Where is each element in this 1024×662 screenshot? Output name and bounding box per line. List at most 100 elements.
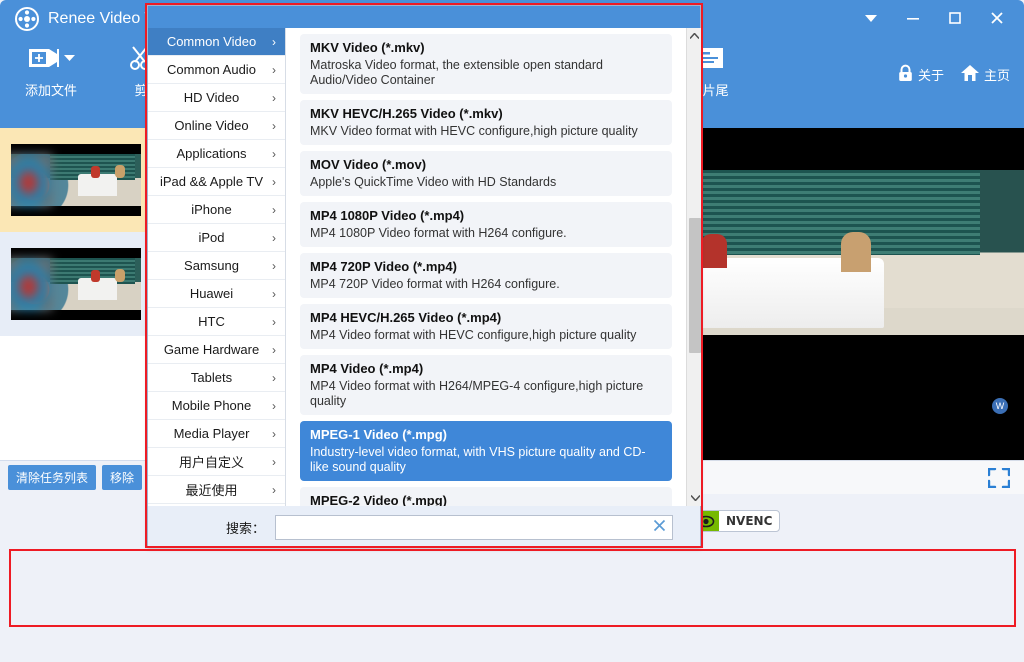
chevron-right-icon: › <box>272 230 276 245</box>
format-item-description: MP4 Video format with H264/MPEG-4 config… <box>310 379 644 408</box>
close-icon[interactable] <box>978 4 1016 32</box>
format-category-item[interactable]: 用户自定义 › <box>148 448 285 476</box>
chevron-right-icon: › <box>272 174 276 189</box>
clear-icon[interactable] <box>653 519 666 535</box>
fullscreen-icon[interactable] <box>988 467 1010 488</box>
format-item-description: MP4 Video format with HEVC configure,hig… <box>310 328 637 342</box>
list-item[interactable] <box>0 232 151 336</box>
format-selector-popup[interactable]: Common Video › Common Audio › HD Video › Onlin… <box>147 5 702 549</box>
format-search-row: 搜索： <box>148 506 702 549</box>
format-category-item[interactable]: HD Video › <box>148 84 285 112</box>
popup-body: Common Video › Common Audio › HD Video › Onlin… <box>148 28 702 506</box>
about-link[interactable]: 关于 <box>897 64 944 85</box>
chevron-right-icon: › <box>272 90 276 105</box>
format-item-description: Industry-level video format, with VHS pi… <box>310 445 646 474</box>
chevron-right-icon: › <box>272 482 276 497</box>
format-category-label: iPhone <box>191 202 232 217</box>
format-item[interactable]: MP4 1080P Video (*.mp4) MP4 1080P Video f… <box>300 202 672 247</box>
header-links: 关于 主页 <box>897 64 1010 85</box>
format-category-item[interactable]: iPhone › <box>148 196 285 224</box>
maximize-icon[interactable] <box>936 4 974 32</box>
format-category-item[interactable]: Game Hardware › <box>148 336 285 364</box>
format-category-label: 用户自定义 <box>178 455 244 470</box>
list-item[interactable] <box>0 128 151 232</box>
format-item[interactable]: MKV Video (*.mkv) Matroska Video format, … <box>300 34 672 94</box>
video-thumbnail <box>10 248 141 320</box>
home-link[interactable]: 主页 <box>960 64 1010 85</box>
format-item[interactable]: MOV Video (*.mov) Apple's QuickTime Video… <box>300 151 672 196</box>
chevron-right-icon: › <box>272 398 276 413</box>
format-category-item[interactable]: 最近使用 › <box>148 476 285 504</box>
nvenc-badge[interactable]: NVENC <box>692 510 781 532</box>
format-item-title: MP4 1080P Video (*.mp4) <box>310 208 465 223</box>
format-category-item[interactable]: Mobile Phone › <box>148 392 285 420</box>
lock-icon <box>897 64 914 85</box>
format-category-label: Applications <box>176 146 247 161</box>
popup-header <box>148 6 700 28</box>
video-thumbnail <box>10 144 141 216</box>
format-category-list[interactable]: Common Video › Common Audio › HD Video › Onlin… <box>148 28 286 506</box>
format-category-item[interactable]: HTC › <box>148 308 285 336</box>
chevron-right-icon: › <box>272 286 276 301</box>
format-item-title: MP4 Video (*.mp4) <box>310 361 424 376</box>
chevron-right-icon: › <box>272 34 276 49</box>
format-list-scrollbar[interactable] <box>686 28 702 506</box>
format-category-label: iPod <box>198 230 225 245</box>
format-category-item[interactable]: iPod › <box>148 224 285 252</box>
add-file-icon <box>27 38 75 78</box>
add-file-label: 添加文件 <box>24 83 77 98</box>
output-panel: 输出格式： MP4 Video (*.mp4) 输出文件夹： 和源文件夹相同 输… <box>0 548 1024 662</box>
scroll-down-icon[interactable] <box>687 490 702 506</box>
chevron-right-icon: › <box>272 426 276 441</box>
format-item-title: MP4 HEVC/H.265 Video (*.mp4) <box>310 310 502 325</box>
list-action-bar: 清除任务列表 移除 <box>0 460 152 494</box>
format-item[interactable]: MKV HEVC/H.265 Video (*.mkv) MKV Video fo… <box>300 100 672 145</box>
format-category-item[interactable]: Online Video › <box>148 112 285 140</box>
scroll-up-icon[interactable] <box>687 28 702 44</box>
format-category-item[interactable]: Samsung › <box>148 252 285 280</box>
format-item-list[interactable]: MKV Video (*.mkv) Matroska Video format, … <box>286 28 702 506</box>
home-label: 主页 <box>983 68 1010 83</box>
cut-label: 剪 <box>134 83 148 98</box>
remove-button[interactable]: 移除 <box>102 465 143 490</box>
format-item[interactable]: MP4 HEVC/H.265 Video (*.mp4) MP4 Video fo… <box>300 304 672 349</box>
format-item-description: MKV Video format with HEVC configure,hig… <box>310 124 638 138</box>
nvenc-label: NVENC <box>726 514 773 528</box>
format-item-title: MKV Video (*.mkv) <box>310 40 425 55</box>
left-filler <box>0 494 152 548</box>
format-category-label: 最近使用 <box>185 483 238 498</box>
format-category-item[interactable]: Huawei › <box>148 280 285 308</box>
chevron-right-icon: › <box>272 258 276 273</box>
chevron-right-icon: › <box>272 146 276 161</box>
search-label: 搜索： <box>226 521 266 536</box>
format-category-label: iPad && Apple TV <box>159 174 264 189</box>
format-category-item[interactable]: iPad && Apple TV › <box>148 168 285 196</box>
format-item[interactable]: MP4 Video (*.mp4) MP4 Video format with H… <box>300 355 672 415</box>
home-icon <box>960 64 980 85</box>
format-category-label: Mobile Phone <box>171 398 252 413</box>
chevron-right-icon: › <box>272 202 276 217</box>
add-file-button[interactable]: 添加文件 <box>8 38 94 99</box>
format-category-label: HTC <box>198 314 225 329</box>
format-category-label: Huawei <box>189 286 234 301</box>
search-box[interactable] <box>275 515 674 540</box>
chevron-right-icon: › <box>272 454 276 469</box>
format-category-label: Online Video <box>174 118 249 133</box>
format-category-label: Common Audio <box>167 62 256 77</box>
minimize-icon[interactable] <box>894 4 932 32</box>
scrollbar-thumb[interactable] <box>689 218 701 353</box>
format-category-item[interactable]: Media Player › <box>148 420 285 448</box>
format-category-item[interactable]: Common Video › <box>148 28 285 56</box>
format-category-item[interactable]: Common Audio › <box>148 56 285 84</box>
format-item[interactable]: MP4 720P Video (*.mp4) MP4 720P Video for… <box>300 253 672 298</box>
format-category-item[interactable]: Tablets › <box>148 364 285 392</box>
collapse-icon[interactable] <box>852 4 890 32</box>
task-file-list[interactable] <box>0 128 152 460</box>
format-item[interactable]: MPEG-1 Video (*.mpg) Industry-level video… <box>300 421 672 481</box>
chevron-right-icon: › <box>272 314 276 329</box>
format-item-title: MP4 720P Video (*.mp4) <box>310 259 457 274</box>
search-input[interactable] <box>276 516 673 539</box>
format-category-item[interactable]: Applications › <box>148 140 285 168</box>
clear-task-list-button[interactable]: 清除任务列表 <box>8 465 97 490</box>
format-item[interactable]: MPEG-2 Video (*.mpg) <box>300 487 672 506</box>
